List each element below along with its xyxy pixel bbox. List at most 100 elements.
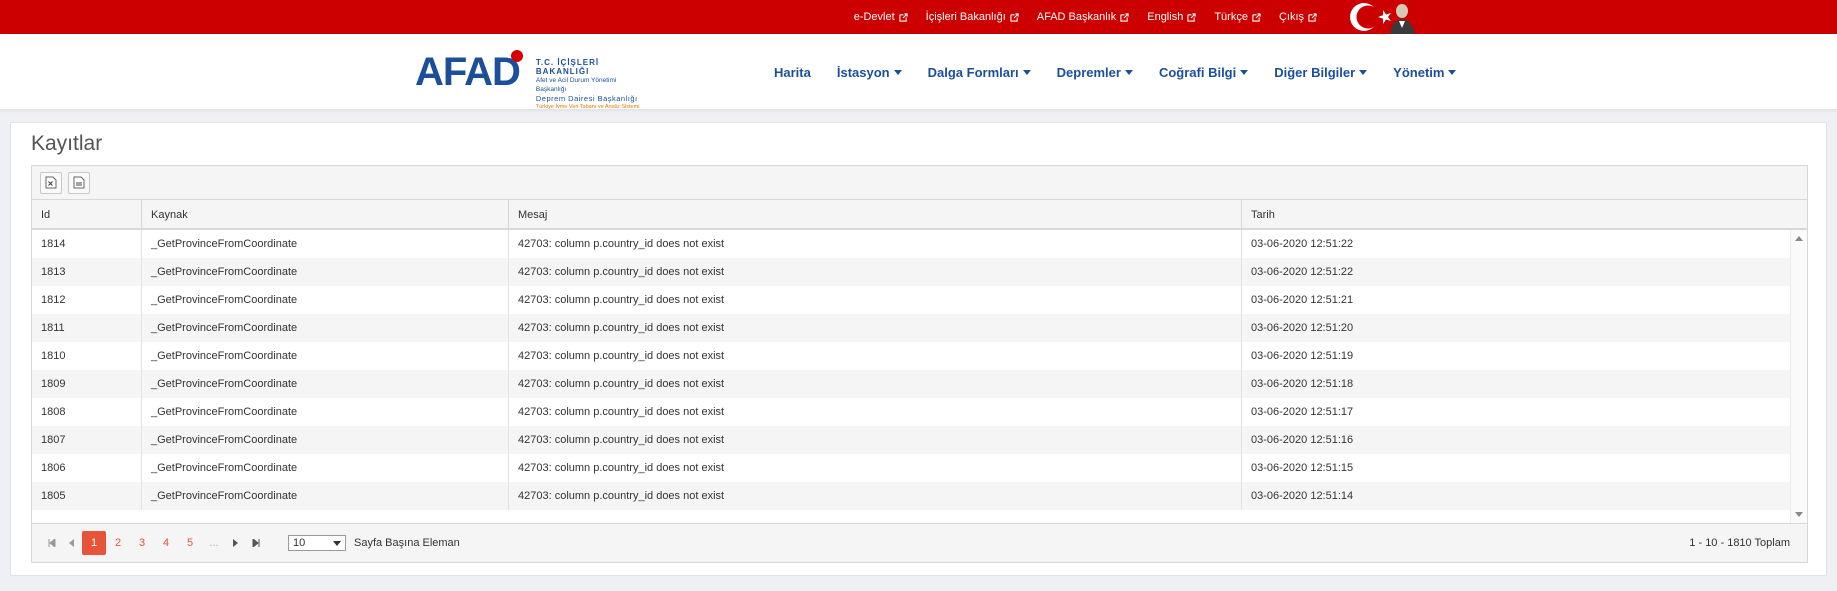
column-header-mesaj[interactable]: Mesaj [509, 200, 1242, 228]
table-row[interactable]: 1805 _GetProvinceFromCoordinate 42703: col… [32, 482, 1790, 510]
nav-yonetim[interactable]: Yönetim [1393, 65, 1457, 80]
nav-istasyon[interactable]: İstasyon [837, 65, 902, 80]
cell-mesaj: 42703: column p.country_id does not exis… [509, 426, 1242, 454]
external-link-icon [1187, 12, 1196, 22]
table-row[interactable]: 1808 _GetProvinceFromCoordinate 42703: col… [32, 398, 1790, 426]
table-row[interactable]: 1811 _GetProvinceFromCoordinate 42703: col… [32, 314, 1790, 342]
caret-down-icon [1022, 69, 1031, 75]
last-page-icon[interactable] [246, 533, 266, 553]
caret-down-icon [893, 69, 902, 75]
grid-toolbar [32, 166, 1807, 200]
scroll-up-arrow-icon[interactable] [1795, 236, 1803, 241]
page-link-3[interactable]: 3 [130, 531, 154, 555]
column-header-kaynak[interactable]: Kaynak [142, 200, 509, 228]
main-nav: Harita İstasyon Dalga Formları Depremler… [774, 34, 1457, 110]
scroll-down-arrow-icon[interactable] [1795, 512, 1803, 517]
per-page-label: Sayfa Başına Eleman [354, 537, 460, 549]
external-link-icon [1308, 12, 1317, 22]
cell-kaynak: _GetProvinceFromCoordinate [142, 230, 509, 258]
top-link-english[interactable]: English [1147, 11, 1196, 23]
logo-wordmark: AFAD [415, 50, 521, 94]
cell-id: 1814 [32, 230, 142, 258]
page-title: Kayıtlar [31, 132, 103, 155]
external-link-icon [1120, 12, 1129, 22]
table-row[interactable]: 1809 _GetProvinceFromCoordinate 42703: col… [32, 370, 1790, 398]
table-row[interactable]: 1814 _GetProvinceFromCoordinate 42703: col… [32, 230, 1790, 258]
page-link-more[interactable]: ... [202, 531, 226, 555]
table-rows: 1814 _GetProvinceFromCoordinate 42703: col… [32, 230, 1790, 510]
external-link-icon [1252, 12, 1261, 22]
cell-mesaj: 42703: column p.country_id does not exis… [509, 482, 1242, 510]
cell-tarih: 03-06-2020 12:51:22 [1251, 238, 1354, 250]
cell-tarih: 03-06-2020 12:51:14 [1251, 490, 1354, 502]
nav-diger-bilgiler[interactable]: Diğer Bilgiler [1274, 65, 1368, 80]
caret-down-icon [1240, 69, 1249, 75]
page-size-select[interactable]: 10 [288, 535, 346, 551]
page-link-5[interactable]: 5 [178, 531, 202, 555]
caret-down-icon [1359, 69, 1368, 75]
nav-harita[interactable]: Harita [774, 65, 811, 80]
cell-tarih: 03-06-2020 12:51:21 [1251, 294, 1354, 306]
pager: 1 2 3 4 5 ... 10 Sayfa Başına Eleman 1 -… [32, 523, 1807, 562]
prev-page-icon[interactable] [62, 533, 82, 553]
column-header-id[interactable]: Id [32, 200, 142, 228]
caret-down-icon [1124, 69, 1133, 75]
cell-id: 1811 [32, 314, 142, 342]
next-page-icon[interactable] [226, 533, 246, 553]
top-links: e-Devlet İçişleri Bakanlığı AFAD Başkanl… [854, 0, 1317, 34]
first-page-icon[interactable] [42, 533, 62, 553]
nav-depremler[interactable]: Depremler [1057, 65, 1133, 80]
afad-logo[interactable]: AFAD T.C. İÇİŞLERİ BAKANLIĞI Afet ve Aci… [415, 48, 645, 110]
top-link-edevlet[interactable]: e-Devlet [854, 11, 908, 23]
cell-mesaj: 42703: column p.country_id does not exis… [509, 230, 1242, 258]
table-row[interactable]: 1812 _GetProvinceFromCoordinate 42703: col… [32, 286, 1790, 314]
table-row[interactable]: 1806 _GetProvinceFromCoordinate 42703: col… [32, 454, 1790, 482]
cell-mesaj: 42703: column p.country_id does not exis… [509, 314, 1242, 342]
nav-cografi-bilgi[interactable]: Coğrafi Bilgi [1159, 65, 1249, 80]
cell-tarih: 03-06-2020 12:51:20 [1251, 322, 1354, 334]
cell-tarih: 03-06-2020 12:51:16 [1251, 434, 1354, 446]
cell-id: 1809 [32, 370, 142, 398]
cell-kaynak: _GetProvinceFromCoordinate [142, 454, 509, 482]
cell-tarih: 03-06-2020 12:51:22 [1251, 266, 1354, 278]
external-link-icon [899, 12, 908, 22]
table-row[interactable]: 1810 _GetProvinceFromCoordinate 42703: col… [32, 342, 1790, 370]
page-link-1[interactable]: 1 [82, 531, 106, 555]
cell-kaynak: _GetProvinceFromCoordinate [142, 342, 509, 370]
pdf-file-icon [73, 176, 85, 189]
cell-kaynak: _GetProvinceFromCoordinate [142, 482, 509, 510]
cell-id: 1805 [32, 482, 142, 510]
column-header-tarih[interactable]: Tarih [1242, 200, 1790, 228]
vertical-scrollbar[interactable] [1790, 230, 1807, 523]
cell-id: 1812 [32, 286, 142, 314]
cell-id: 1808 [32, 398, 142, 426]
top-link-icisleri[interactable]: İçişleri Bakanlığı [926, 11, 1019, 23]
cell-kaynak: _GetProvinceFromCoordinate [142, 286, 509, 314]
turkish-flag-portrait-icon [1350, 3, 1415, 34]
top-link-afad[interactable]: AFAD Başkanlık [1037, 11, 1129, 23]
table-row[interactable]: 1813 _GetProvinceFromCoordinate 42703: col… [32, 258, 1790, 286]
cell-mesaj: 42703: column p.country_id does not exis… [509, 286, 1242, 314]
export-pdf-button[interactable] [68, 171, 90, 194]
records-card: Kayıtlar Id Kaynak Mesaj Tarih 1814 _GetP… [10, 122, 1827, 576]
cell-kaynak: _GetProvinceFromCoordinate [142, 370, 509, 398]
top-link-turkce[interactable]: Türkçe [1214, 11, 1261, 23]
top-link-logout[interactable]: Çıkış [1279, 11, 1317, 23]
page-link-4[interactable]: 4 [154, 531, 178, 555]
logo-text: T.C. İÇİŞLERİ BAKANLIĞI Afet ve Acil Dur… [535, 58, 640, 110]
export-excel-button[interactable] [40, 171, 62, 194]
chevron-down-icon [333, 540, 341, 546]
nav-dalga-formlari[interactable]: Dalga Formları [928, 65, 1031, 80]
caret-down-icon [1448, 69, 1457, 75]
top-bar: e-Devlet İçişleri Bakanlığı AFAD Başkanl… [0, 0, 1837, 34]
page-link-2[interactable]: 2 [106, 531, 130, 555]
cell-kaynak: _GetProvinceFromCoordinate [142, 314, 509, 342]
cell-mesaj: 42703: column p.country_id does not exis… [509, 342, 1242, 370]
cell-mesaj: 42703: column p.country_id does not exis… [509, 454, 1242, 482]
records-grid: Id Kaynak Mesaj Tarih 1814 _GetProvinceFr… [31, 165, 1808, 563]
excel-file-icon [45, 176, 57, 189]
external-link-icon [1010, 12, 1019, 22]
cell-mesaj: 42703: column p.country_id does not exis… [509, 258, 1242, 286]
table-body: 1814 _GetProvinceFromCoordinate 42703: col… [32, 230, 1807, 523]
table-row[interactable]: 1807 _GetProvinceFromCoordinate 42703: col… [32, 426, 1790, 454]
